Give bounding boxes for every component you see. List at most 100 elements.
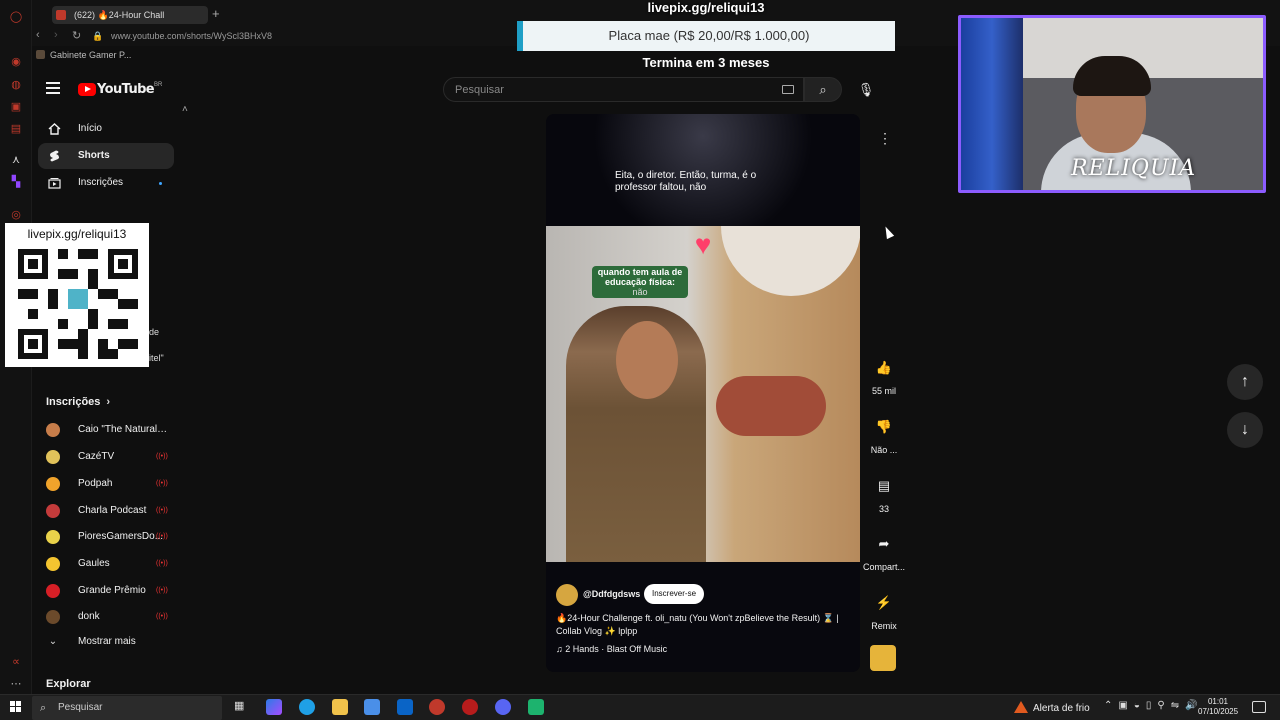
sidebar-item-label: Inscrições — [78, 177, 124, 188]
comments-button[interactable]: ▤ 33 — [862, 472, 906, 514]
music-link[interactable]: ♫ 2 Hands · Blast Off Music — [556, 644, 667, 654]
dislike-label: Não ... — [870, 445, 898, 455]
youtube-logo[interactable]: YouTubeBR — [78, 82, 162, 98]
opera-icon[interactable] — [429, 699, 445, 715]
subscription-item[interactable]: Charla Podcast ((•)) — [46, 502, 168, 520]
weather-alert-label: Alerta de frio — [1033, 703, 1090, 714]
app-icon[interactable] — [528, 699, 544, 715]
video-face — [616, 321, 678, 399]
video-frame: ♥ quando tem aula de educação física: não — [546, 226, 860, 562]
copilot-icon[interactable] — [266, 699, 282, 715]
subscription-item[interactable]: Caio "The Natural" ... — [46, 421, 168, 439]
subscription-name: PioresGamersDo... — [78, 531, 164, 542]
channel-avatar — [46, 450, 60, 464]
rail-app-icon[interactable]: ◎ — [9, 208, 23, 222]
sidebar-peek-text: itel" — [149, 353, 164, 363]
discord-icon[interactable] — [495, 699, 511, 715]
sidebar-item-shorts[interactable]: Shorts — [38, 143, 174, 169]
shorts-icon — [50, 150, 59, 162]
rail-app-icon[interactable]: ▣ — [9, 100, 23, 114]
windows-taskbar: ⌕ Pesquisar ▦ Alerta de frio ⌃▣◒▯⚲⇋🔊 01:… — [0, 694, 1280, 720]
subscriptions-header[interactable]: Inscrições › — [46, 396, 110, 408]
channel-avatar — [46, 423, 60, 437]
share-button[interactable]: ➦ Compart... — [862, 530, 906, 572]
live-indicator-icon: ((•)) — [156, 587, 168, 594]
search-button[interactable]: ⌕ — [804, 77, 842, 102]
subscription-item[interactable]: Gaules ((•)) — [46, 555, 168, 573]
notification-icon[interactable] — [1252, 701, 1266, 713]
next-short-button[interactable]: ↓ — [1227, 412, 1263, 448]
remix-button[interactable]: ⚡ Remix — [862, 589, 906, 631]
active-tab[interactable]: (622) 🔥24-Hour Chall — [52, 6, 208, 24]
search-placeholder: Pesquisar — [455, 84, 504, 96]
sidebar-peek-text: de — [149, 327, 160, 337]
live-indicator-icon: ((•)) — [156, 507, 168, 514]
clock[interactable]: 01:01 07/10/2025 — [1198, 697, 1238, 717]
subscription-name: donk — [78, 611, 100, 622]
back-icon[interactable]: ‹ — [36, 29, 40, 41]
subscription-item[interactable]: CazéTV ((•)) — [46, 448, 168, 466]
subscriptions-title: Inscrições — [46, 396, 101, 408]
comment-count: 33 — [878, 504, 889, 514]
livepix-ends: Termina em 3 meses — [642, 55, 770, 70]
mic-icon: 🎙 — [857, 82, 875, 97]
channel-avatar[interactable] — [556, 584, 578, 606]
youtube-play-icon — [78, 83, 96, 96]
short-title[interactable]: 🔥24-Hour Challenge ft. oli_natu (You Won… — [556, 612, 852, 638]
forward-icon[interactable]: › — [54, 29, 58, 41]
windows-start-icon[interactable] — [10, 701, 22, 713]
rail-app-icon[interactable]: ◉ — [9, 55, 23, 69]
rail-app-icon[interactable]: ◍ — [9, 78, 23, 92]
live-indicator-icon: ((•)) — [156, 560, 168, 567]
collapse-caret-icon[interactable]: ˄ — [182, 104, 188, 115]
qr-code-icon — [18, 249, 138, 359]
subscription-item[interactable]: Grande Prêmio ((•)) — [46, 582, 168, 600]
subscription-item[interactable]: donk ((•)) — [46, 608, 168, 626]
taskbar-search-label: Pesquisar — [58, 702, 103, 713]
twitch-icon[interactable]: ▚ — [9, 175, 23, 189]
sound-avatar[interactable] — [870, 645, 896, 671]
show-more-button[interactable]: ⌄ Mostrar mais — [46, 633, 166, 651]
task-view-icon[interactable]: ▦ — [234, 699, 250, 715]
edge-icon[interactable] — [299, 699, 315, 715]
store-icon[interactable] — [364, 699, 380, 715]
channel-avatar — [46, 584, 60, 598]
opera-logo-icon[interactable]: ◯ — [9, 10, 23, 24]
sidebar-item-subscriptions[interactable]: Inscrições — [38, 170, 174, 196]
new-tab-button[interactable]: + — [212, 6, 220, 22]
bookmark-label[interactable]: Gabinete Gamer P... — [50, 50, 131, 60]
sidebar-item-home[interactable]: Início — [38, 116, 174, 142]
remix-icon: ⚡ — [875, 595, 893, 610]
rail-app-icon[interactable]: ▤ — [9, 122, 23, 136]
weather-alert[interactable]: Alerta de frio — [1014, 701, 1090, 714]
search-icon: ⌕ — [819, 82, 827, 97]
dislike-button[interactable]: 👎 Não ... — [862, 413, 906, 455]
previous-short-button[interactable]: ↑ — [1227, 364, 1263, 400]
subscription-item[interactable]: Podpah ((•)) — [46, 475, 168, 493]
remix-label: Remix — [871, 621, 897, 631]
reload-icon[interactable]: ↻ — [72, 29, 81, 42]
mic-button[interactable]: 🎙 — [852, 77, 880, 102]
more-options-icon[interactable]: ⋮ — [878, 130, 892, 147]
url-text[interactable]: www.youtube.com/shorts/WyScl3BHxV8 — [111, 31, 272, 41]
livepix-qr-card: livepix.gg/reliqui13 — [5, 223, 149, 367]
outlook-icon[interactable] — [397, 699, 413, 715]
rail-app-icon[interactable]: ∝ — [9, 655, 23, 669]
keyboard-icon[interactable] — [782, 85, 794, 94]
rail-app-icon[interactable]: ⋏ — [9, 153, 23, 167]
taskbar-search[interactable]: ⌕ Pesquisar — [32, 696, 222, 720]
short-player[interactable]: Eita, o diretor. Então, turma, é o profe… — [546, 114, 860, 672]
subscription-item[interactable]: PioresGamersDo... ((•)) — [46, 528, 168, 546]
more-icon[interactable]: ⋯ — [9, 677, 23, 691]
channel-name[interactable]: @Ddfdgdsws — [583, 589, 640, 599]
system-tray[interactable]: ⌃▣◒▯⚲⇋🔊 — [1104, 700, 1204, 711]
opera-gx-icon[interactable] — [462, 699, 478, 715]
video-caption: Eita, o diretor. Então, turma, é o profe… — [615, 170, 757, 193]
hamburger-menu-icon[interactable] — [46, 82, 60, 96]
search-input[interactable]: Pesquisar — [443, 77, 804, 102]
bookmark-icon — [36, 50, 45, 59]
subscribe-button[interactable]: Inscrever-se — [644, 584, 705, 604]
like-button[interactable]: 👍 55 mil — [862, 354, 906, 396]
channel-avatar — [46, 610, 60, 624]
file-explorer-icon[interactable] — [332, 699, 348, 715]
